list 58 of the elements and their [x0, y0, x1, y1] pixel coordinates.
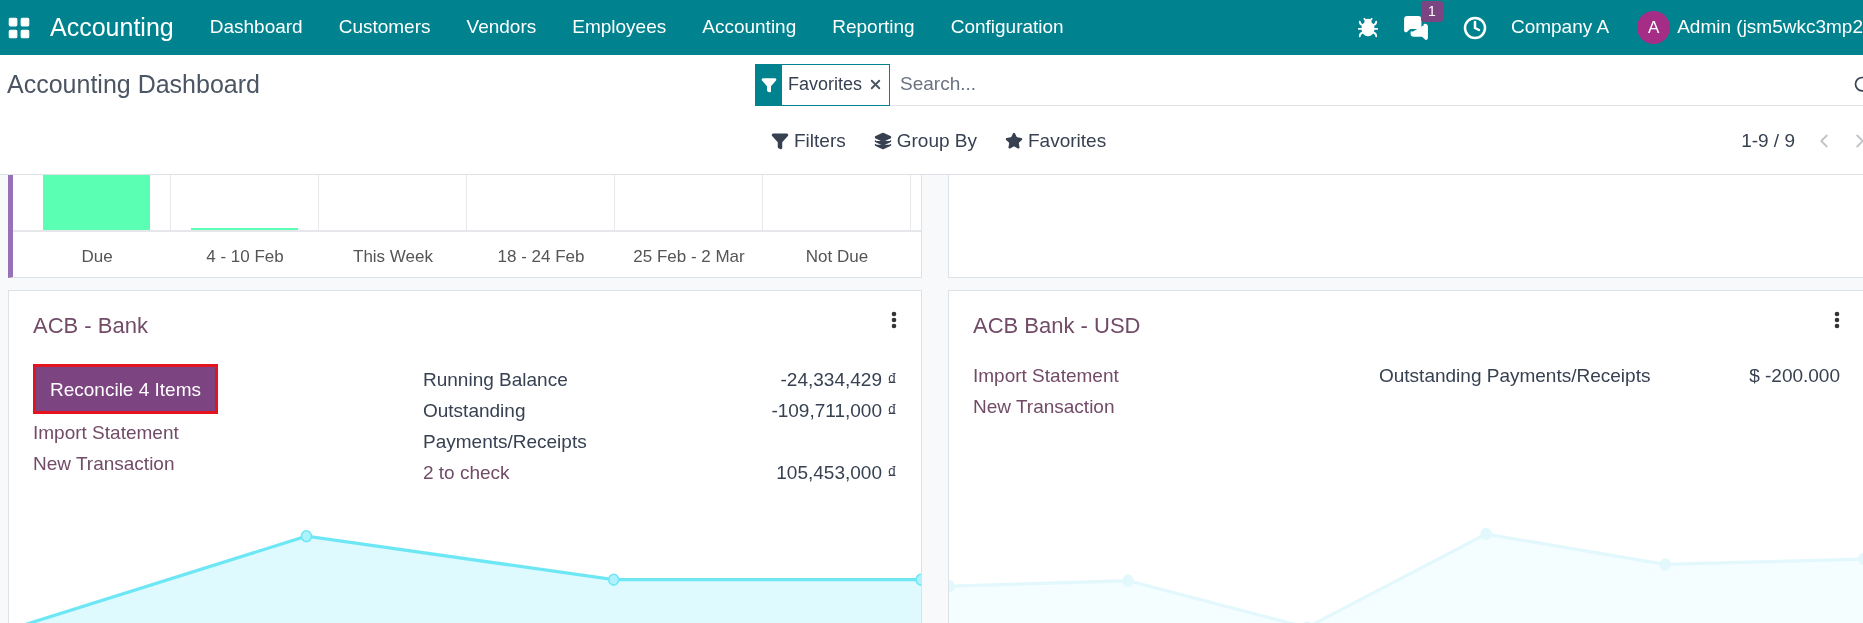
- app-name[interactable]: Accounting: [50, 8, 174, 47]
- graph-point: [1480, 527, 1492, 541]
- search-field[interactable]: Favorites Search...: [755, 64, 1863, 106]
- action-link[interactable]: New Transaction: [973, 391, 1115, 422]
- clock-icon[interactable]: [1462, 15, 1487, 40]
- kebab-menu-icon[interactable]: [1834, 311, 1840, 329]
- page-title: Accounting Dashboard: [7, 69, 261, 101]
- stat-amount: $ -200.000: [1749, 364, 1840, 388]
- reconcile-button[interactable]: Reconcile 4 Items: [33, 364, 218, 414]
- pager-value[interactable]: 1-9 / 9: [1741, 126, 1795, 156]
- company-switcher[interactable]: Company A: [1510, 13, 1610, 42]
- filter-facet[interactable]: Favorites: [755, 63, 891, 106]
- action-link[interactable]: Import Statement: [33, 417, 179, 448]
- message-count: 1: [1420, 0, 1443, 22]
- journal-title[interactable]: ACB - Bank: [33, 309, 148, 342]
- graph-point: [1659, 558, 1671, 571]
- stat-label: Outstanding Payments/Receipts: [1379, 364, 1651, 388]
- user-menu[interactable]: Admin (jsm5wkc3mp2: [1677, 13, 1863, 42]
- chat-icon[interactable]: [1402, 14, 1429, 41]
- nav-menu-item[interactable]: Dashboard: [191, 13, 321, 42]
- chart-axis-label: Not Due: [805, 246, 869, 268]
- stat-link[interactable]: 2 to check: [423, 457, 510, 488]
- journal-title[interactable]: ACB Bank - USD: [973, 309, 1141, 342]
- action-link[interactable]: Import Statement: [973, 360, 1119, 391]
- chart-axis-label: 25 Feb - 2 Mar: [633, 246, 745, 268]
- stat-label: Outstanding Payments/Receipts: [423, 399, 588, 454]
- chart-axis-label: This Week: [353, 246, 433, 268]
- graph-point: [607, 573, 620, 586]
- bug-icon[interactable]: [1356, 16, 1379, 39]
- chart-axis-label: 18 - 24 Feb: [497, 246, 585, 268]
- user-avatar[interactable]: A: [1637, 11, 1671, 44]
- nav-menu-item[interactable]: Employees: [554, 13, 685, 42]
- star-icon: [1005, 132, 1023, 150]
- graph-point: [1858, 552, 1863, 566]
- graph-point: [300, 530, 313, 543]
- graph-point: [949, 580, 955, 593]
- search-option-button[interactable]: Filters: [771, 126, 846, 156]
- chart-axis-label: 4 - 10 Feb: [206, 246, 284, 268]
- graph-point: [1122, 574, 1134, 587]
- stat-amount: 105,453,000 ₫: [776, 461, 897, 485]
- nav-menu-item[interactable]: Reporting: [814, 13, 933, 42]
- graph-point: [915, 573, 921, 586]
- search-option-button[interactable]: Group By: [873, 126, 977, 156]
- layers-icon: [873, 132, 892, 150]
- kebab-menu-icon[interactable]: [891, 311, 897, 329]
- stat-label: Running Balance: [423, 368, 569, 392]
- action-link[interactable]: New Transaction: [33, 448, 175, 479]
- nav-menu-item[interactable]: Accounting: [684, 13, 815, 42]
- filter-icon: [771, 132, 789, 150]
- stat-amount: -109,711,000 ₫: [771, 399, 897, 423]
- nav-menu-item[interactable]: Customers: [320, 13, 449, 42]
- facet-label: Favorites: [787, 73, 864, 96]
- nav-menu-item[interactable]: Vendors: [448, 13, 555, 42]
- chart-axis-label: Due: [81, 246, 113, 268]
- filter-icon: [761, 76, 777, 93]
- nav-menu-item[interactable]: Configuration: [932, 13, 1082, 42]
- stat-amount: -24,334,429 ₫: [780, 368, 897, 392]
- search-option-button[interactable]: Favorites: [1005, 126, 1107, 156]
